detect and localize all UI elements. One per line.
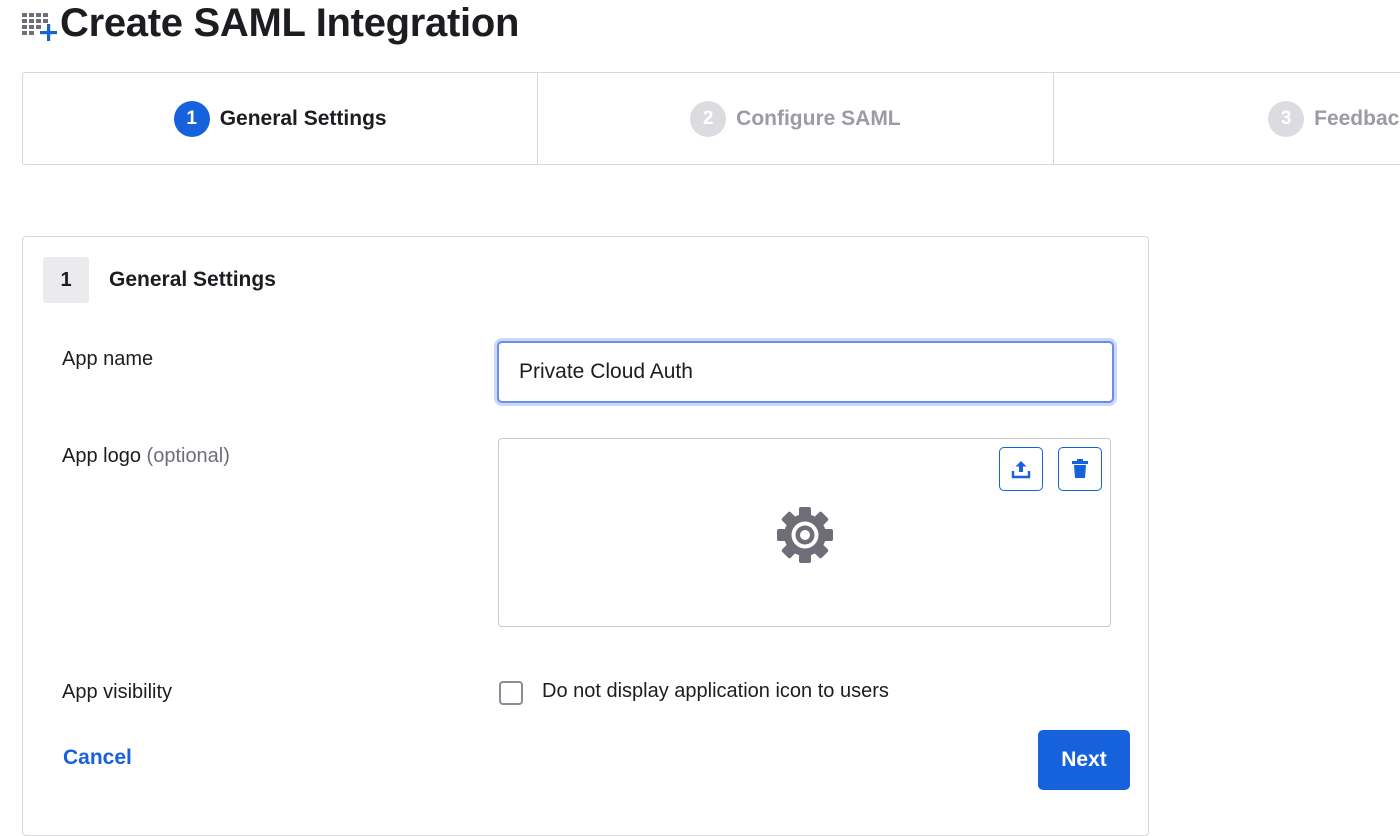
section-number: 1 xyxy=(43,257,89,303)
page-title: Create SAML Integration xyxy=(60,0,520,45)
section-header: 1 General Settings xyxy=(43,257,276,303)
next-button[interactable]: Next xyxy=(1038,730,1130,790)
section-title: General Settings xyxy=(109,268,276,291)
hide-icon-checkbox[interactable] xyxy=(499,681,523,705)
app-logo-dropzone[interactable] xyxy=(498,438,1111,627)
step-general-settings: 1 General Settings xyxy=(23,73,539,164)
step-label: General Settings xyxy=(219,106,387,130)
step-label: Configure SAML xyxy=(736,106,901,130)
page-header: Create SAML Integration xyxy=(22,0,519,46)
delete-logo-button[interactable] xyxy=(1058,447,1102,491)
optional-hint: (optional) xyxy=(146,445,230,467)
step-number: 3 xyxy=(1268,100,1305,137)
app-visibility-label: App visibility xyxy=(62,681,173,703)
step-label: Feedback xyxy=(1314,106,1400,130)
trash-icon xyxy=(1072,459,1088,478)
app-logo-label: App logo xyxy=(62,445,141,467)
step-feedback: 3 Feedback xyxy=(1054,73,1400,164)
upload-logo-button[interactable] xyxy=(999,447,1043,491)
gear-icon xyxy=(777,507,833,563)
app-logo-label-group: App logo (optional) xyxy=(62,445,230,468)
step-number: 1 xyxy=(173,100,210,137)
step-configure-saml: 2 Configure SAML xyxy=(538,73,1054,164)
grid-add-icon xyxy=(22,13,57,41)
hide-icon-checkbox-label[interactable]: Do not display application icon to users xyxy=(542,680,889,703)
app-name-label: App name xyxy=(62,348,154,370)
cancel-link[interactable]: Cancel xyxy=(63,746,132,770)
wizard-stepper: 1 General Settings 2 Configure SAML 3 Fe… xyxy=(22,72,1400,165)
upload-icon xyxy=(1011,461,1031,479)
step-number: 2 xyxy=(690,100,727,137)
app-name-input[interactable] xyxy=(497,341,1114,403)
general-settings-card: 1 General Settings App name App logo (op… xyxy=(22,236,1149,836)
